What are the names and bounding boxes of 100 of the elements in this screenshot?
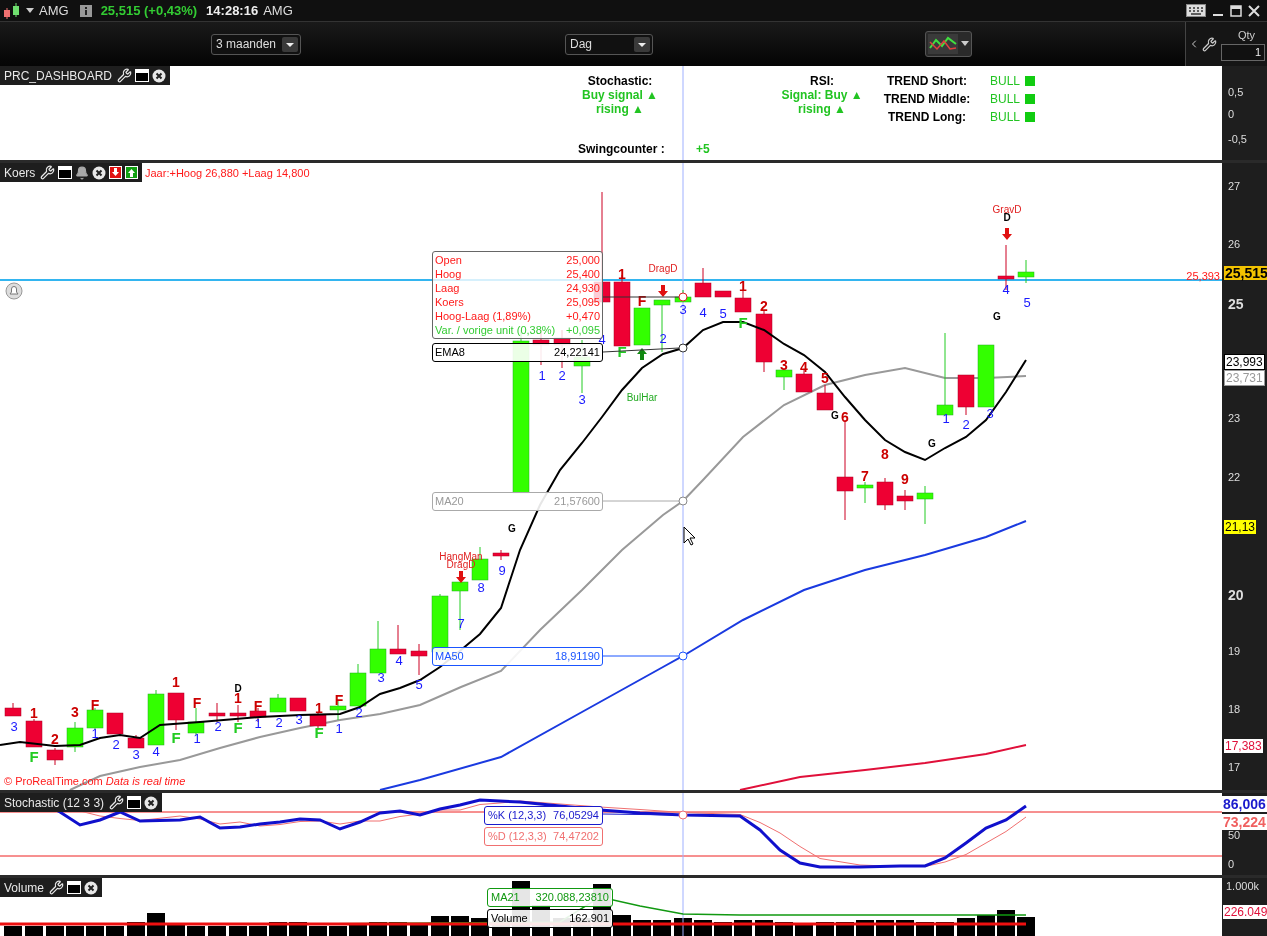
wrench-icon[interactable] — [40, 165, 56, 180]
close-icon[interactable] — [92, 165, 107, 180]
candle — [856, 481, 874, 504]
keyboard-icon[interactable] — [1186, 4, 1206, 17]
dropdown[interactable]: Dag — [565, 33, 653, 55]
window-icon[interactable] — [67, 881, 82, 894]
wrench-icon[interactable] — [49, 880, 65, 895]
axis-label: 0,5 — [1228, 85, 1244, 100]
chart-annotation: 1 — [942, 411, 950, 426]
dropdown[interactable]: 3 maanden — [211, 33, 301, 55]
crosshair-point — [678, 343, 688, 353]
candle — [451, 581, 469, 631]
close-icon[interactable] — [84, 880, 99, 895]
download-icon[interactable] — [109, 166, 123, 179]
square-icon — [1025, 94, 1036, 104]
window-icon[interactable] — [58, 166, 73, 179]
square-icon — [1025, 76, 1036, 86]
chart-annotation: BulHar — [626, 392, 658, 403]
down-arrow-icon — [658, 285, 668, 297]
chart-annotation: 2 — [275, 715, 283, 730]
chart-annotation: GravD — [992, 204, 1022, 215]
chart-annotation: 2 — [760, 298, 768, 314]
close-icon[interactable] — [144, 795, 159, 810]
tooltip-value: +0,095 — [566, 323, 600, 336]
candle — [25, 718, 43, 748]
qty-label: Qty — [1237, 28, 1256, 44]
candle — [46, 747, 64, 766]
mouse-pointer-icon — [683, 526, 696, 546]
chart-annotation: 1 — [335, 721, 343, 736]
chart-annotation: 4 — [152, 744, 160, 759]
chart-annotation: 3 — [71, 704, 79, 720]
indicator-button[interactable] — [925, 31, 972, 57]
alert-icon[interactable] — [5, 282, 23, 300]
candle — [410, 643, 428, 676]
price-tag: 25,515 — [1224, 266, 1267, 280]
wrench-icon[interactable] — [1202, 36, 1217, 52]
chart-annotation: 2 — [962, 417, 970, 432]
value-tag: 226.049 — [1223, 905, 1267, 919]
tooltip-value: 25,000 — [566, 253, 600, 267]
chart-annotation: F — [253, 698, 263, 714]
crosshair-point — [678, 496, 688, 506]
chart-annotation: 9 — [498, 563, 506, 578]
year-range-text: Jaar:+Hoog 26,880 +Laag 14,800 — [145, 166, 310, 181]
indicator-value: 162.901 — [569, 911, 609, 927]
indicator-value: 320.088,23810 — [535, 890, 609, 906]
tooltip-value: 24,930 — [566, 281, 600, 295]
indicator-name: EMA8 — [435, 345, 465, 361]
candle — [369, 620, 387, 674]
time-text: 14:28:16 — [206, 1, 259, 20]
candle — [916, 485, 934, 525]
upload-icon[interactable] — [125, 166, 139, 179]
candle — [187, 707, 205, 736]
indicator-name: MA21 — [491, 890, 520, 906]
candle — [755, 309, 773, 373]
chart-annotation: F — [617, 343, 627, 360]
wrench-icon[interactable] — [117, 68, 133, 83]
chart-annotation: 1 — [538, 368, 546, 383]
signal-text: rising ▲ — [596, 102, 644, 116]
chart-annotation: G — [831, 410, 839, 421]
chart-annotation: 2 — [214, 719, 222, 734]
chart-annotation: F — [29, 748, 39, 765]
window-icon[interactable] — [135, 69, 150, 82]
indicator-name: %D (12,3,3) — [488, 829, 547, 845]
chart-annotation: 3 — [295, 712, 303, 727]
tooltip-value: 25,400 — [566, 267, 600, 281]
crosshair-point — [678, 651, 688, 661]
price-tag: 23,993 — [1224, 354, 1265, 370]
trend-label: TREND Short: — [886, 74, 968, 88]
caret-icon[interactable] — [26, 7, 34, 14]
chart-annotation: 5 — [1023, 295, 1031, 310]
candle — [66, 721, 84, 753]
candlestick-icon[interactable] — [3, 2, 21, 19]
info-icon[interactable] — [79, 4, 92, 17]
candle — [714, 290, 732, 298]
window-icon[interactable] — [127, 796, 142, 809]
maximize-icon[interactable] — [1230, 4, 1242, 17]
chart-annotation: 2 — [355, 705, 363, 720]
close-icon[interactable] — [1248, 4, 1260, 17]
chart-annotation: 1 — [254, 716, 262, 731]
axis-label: 0 — [1228, 107, 1235, 122]
trend-label: TREND Long: — [887, 110, 967, 124]
axis-label: -0,5 — [1228, 132, 1247, 147]
candle — [876, 477, 894, 511]
chart-annotation: F — [171, 729, 181, 746]
chart-annotation: 3 — [377, 670, 385, 685]
tooltip-value: 25,095 — [566, 295, 600, 309]
panel-title: PRC_DASHBOARD — [4, 67, 113, 85]
bell-icon[interactable] — [75, 165, 90, 180]
value-tag: 73,224 — [1222, 814, 1267, 830]
qty-input[interactable]: 1 — [1221, 43, 1265, 61]
swingcounter-value: +5 — [696, 141, 710, 158]
symbol-label[interactable]: AMG — [39, 0, 69, 21]
close-icon[interactable] — [152, 68, 167, 83]
crosshair-point — [678, 292, 688, 302]
chart-annotation: 6 — [841, 409, 849, 425]
candle — [208, 702, 226, 723]
chart-annotation: F — [637, 293, 647, 309]
chart-icon — [928, 34, 958, 54]
wrench-icon[interactable] — [109, 795, 125, 810]
chart-annotation: 2 — [558, 368, 566, 383]
